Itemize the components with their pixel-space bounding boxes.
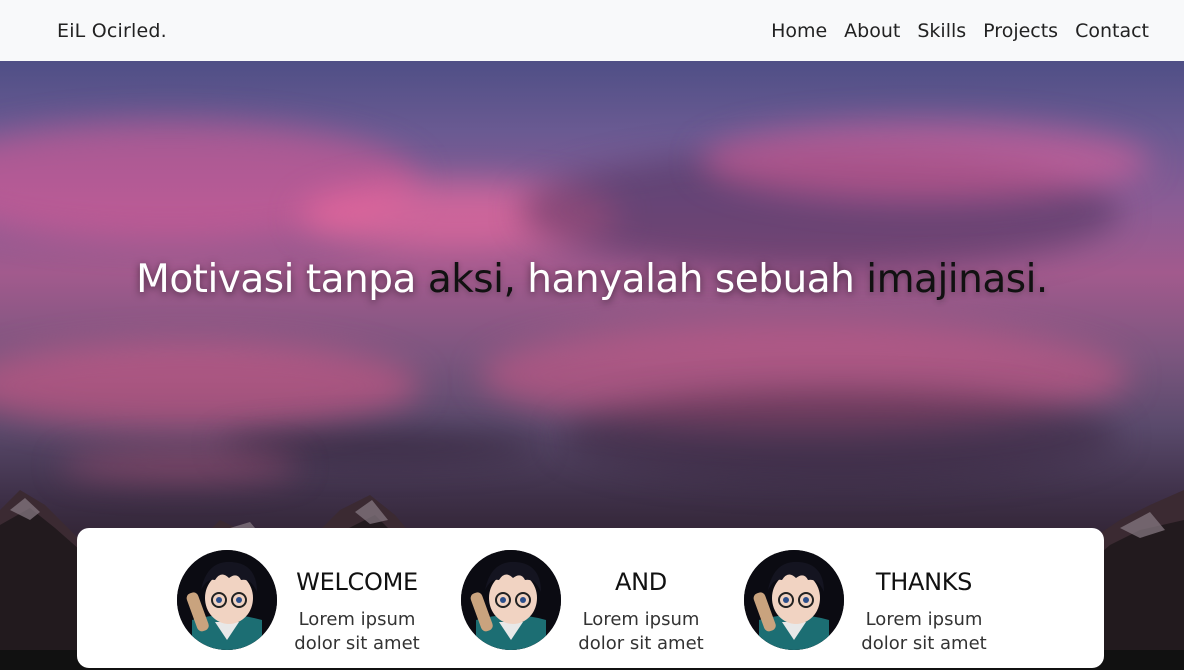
hero-cloud — [0, 341, 420, 431]
nav-link-about[interactable]: About — [844, 20, 900, 42]
feature-text: Lorem ipsum dolor sit amet — [578, 609, 704, 654]
feature-title: THANKS — [875, 568, 973, 596]
anime-character-avatar-icon — [177, 550, 277, 650]
quote-part-dark: imajinasi. — [866, 257, 1048, 302]
nav-link-projects[interactable]: Projects — [983, 20, 1058, 42]
nav-links: Home About Skills Projects Contact — [771, 20, 1149, 42]
anime-character-avatar-icon — [461, 550, 561, 650]
hero-cloud — [700, 121, 1150, 201]
features-card: WELCOME Lorem ipsum dolor sit amet AND L… — [77, 528, 1104, 668]
brand-logo[interactable]: EiL Ocirled. — [57, 20, 167, 42]
feature-item: WELCOME Lorem ipsum dolor sit amet — [177, 550, 437, 670]
hero-quote: Motivasi tanpa aksi, hanyalah sebuah ima… — [0, 257, 1184, 302]
feature-title: WELCOME — [296, 568, 418, 596]
feature-item: AND Lorem ipsum dolor sit amet — [461, 550, 721, 670]
feature-text: Lorem ipsum dolor sit amet — [861, 609, 987, 654]
feature-title: AND — [615, 568, 667, 596]
navbar: EiL Ocirled. Home About Skills Projects … — [0, 0, 1184, 61]
feature-text: Lorem ipsum dolor sit amet — [294, 609, 420, 654]
nav-link-home[interactable]: Home — [771, 20, 827, 42]
anime-character-avatar-icon — [744, 550, 844, 650]
quote-part: Motivasi tanpa — [136, 257, 428, 302]
quote-part: hanyalah sebuah — [515, 257, 867, 302]
nav-link-skills[interactable]: Skills — [917, 20, 966, 42]
nav-link-contact[interactable]: Contact — [1075, 20, 1149, 42]
feature-item: THANKS Lorem ipsum dolor sit amet — [744, 550, 1004, 670]
quote-part-dark: aksi, — [427, 257, 516, 302]
